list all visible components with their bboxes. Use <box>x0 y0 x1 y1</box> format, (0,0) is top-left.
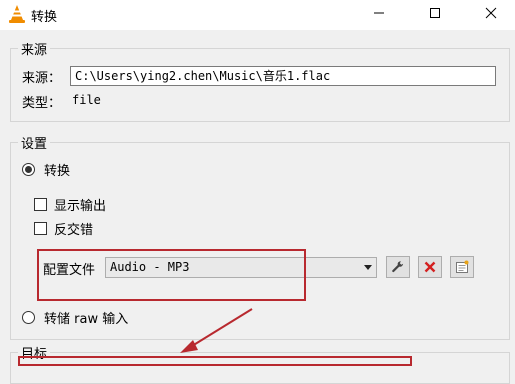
deinterlace-checkbox[interactable] <box>34 222 47 235</box>
dump-raw-label: 转储 raw 输入 <box>44 312 129 327</box>
source-path-field[interactable]: C:\Users\ying2.chen\Music\音乐1.flac <box>70 66 496 86</box>
minimize-icon <box>374 12 384 14</box>
close-icon <box>485 7 497 19</box>
wrench-icon <box>392 261 404 273</box>
maximize-button[interactable] <box>412 0 458 26</box>
chevron-down-icon <box>364 265 372 270</box>
show-output-label: 显示输出 <box>54 199 107 214</box>
convert-radio[interactable] <box>22 163 35 176</box>
type-label: 类型： <box>22 96 62 111</box>
vlc-cone-icon <box>9 5 25 23</box>
show-output-checkbox[interactable] <box>34 198 47 211</box>
profile-select-value: Audio - MP3 <box>110 260 190 274</box>
source-label: 来源： <box>22 71 62 86</box>
convert-label: 转换 <box>44 164 71 179</box>
minimize-button[interactable] <box>356 0 402 26</box>
delete-x-icon <box>424 261 436 273</box>
new-profile-icon <box>456 260 469 273</box>
new-profile-button[interactable] <box>450 256 474 278</box>
type-value: file <box>72 93 101 107</box>
window-title: 转换 <box>31 10 58 25</box>
dump-raw-radio[interactable] <box>22 311 35 324</box>
close-button[interactable] <box>468 0 514 26</box>
destination-group <box>10 352 510 384</box>
deinterlace-label: 反交错 <box>54 223 94 238</box>
profile-select[interactable]: Audio - MP3 <box>105 257 377 278</box>
radio-selected-dot <box>25 166 32 173</box>
destination-group-title: 目标 <box>18 343 51 362</box>
settings-group-title: 设置 <box>18 133 51 152</box>
source-group-title: 来源 <box>18 39 51 58</box>
profile-label: 配置文件 <box>43 263 96 278</box>
delete-profile-button[interactable] <box>418 256 442 278</box>
edit-profile-button[interactable] <box>386 256 410 278</box>
title-bar: 转换 <box>0 0 515 30</box>
maximize-icon <box>430 8 440 18</box>
